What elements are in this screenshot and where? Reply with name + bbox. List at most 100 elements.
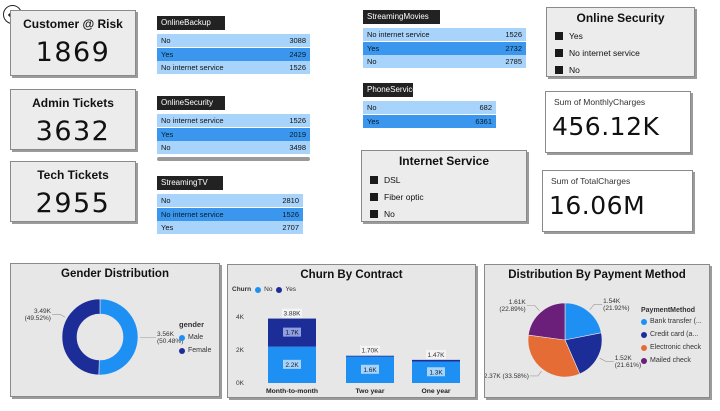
chart-title: Gender Distribution — [61, 268, 169, 280]
legend-item-bank-transfer[interactable]: Bank transfer (... — [641, 315, 702, 328]
slicer-online-security: Online Security Yes No internet service … — [546, 7, 695, 77]
dot-icon — [255, 286, 262, 293]
table-row[interactable]: Yes 2429 — [157, 47, 310, 61]
table-row[interactable]: No internet service 1526 — [157, 61, 310, 74]
legend-item-male[interactable]: Male — [179, 331, 211, 344]
data-label-no: 2.2K — [285, 362, 299, 369]
chart-churn-by-contract: Churn By Contract Churn No Yes 0K 2K 4K 2.2… — [227, 264, 476, 398]
table-row[interactable]: No 2810 — [157, 194, 303, 207]
data-label: 2.37K (33.58%) — [485, 373, 529, 380]
legend-item-mailed-check[interactable]: Mailed check — [641, 354, 702, 367]
option-label: Yes — [569, 30, 583, 41]
kpi-value: 3632 — [35, 116, 111, 147]
option-label: No internet service — [569, 47, 640, 58]
row-value: 1526 — [289, 63, 306, 72]
table-title: OnlineBackup — [157, 16, 225, 30]
kpi-tech-tickets: Tech Tickets 2955 — [10, 161, 136, 222]
row-value: 3088 — [289, 36, 306, 45]
legend-item-female[interactable]: Female — [179, 344, 211, 357]
row-value: 1526 — [505, 30, 522, 39]
pie-leader-line — [589, 304, 603, 311]
row-label: Yes — [161, 129, 174, 139]
pie-slice-mailed-check[interactable] — [527, 302, 566, 341]
card-value: 16.06M — [549, 191, 646, 220]
table-row[interactable]: No internet service 1526 — [157, 114, 310, 127]
checkbox-icon — [555, 48, 563, 57]
slicer-option-no[interactable]: No — [362, 205, 526, 222]
row-label: Yes — [161, 49, 174, 59]
table-row[interactable]: Yes 2707 — [157, 221, 303, 234]
row-value: 2785 — [505, 57, 522, 66]
option-label: No — [569, 64, 580, 75]
chart-title: Churn By Contract — [300, 269, 403, 281]
payment-legend: PaymentMethod Bank transfer (... Credit … — [641, 307, 702, 367]
table-row[interactable]: No internet service 1526 — [157, 207, 303, 221]
row-value: 2707 — [282, 223, 299, 232]
x-tick-label: Two year — [356, 388, 385, 395]
slicer-option-no[interactable]: No — [547, 61, 694, 78]
dot-icon — [179, 334, 185, 341]
slicer-option-dsl[interactable]: DSL — [362, 171, 526, 188]
table-title: OnlineSecurity — [157, 96, 225, 110]
table-row[interactable]: No 3088 — [157, 34, 310, 47]
card-value: 456.12K — [552, 112, 660, 141]
checkbox-icon — [370, 192, 378, 201]
data-label: 3.56K — [157, 331, 175, 338]
kpi-value: 2955 — [35, 188, 111, 219]
row-value: 1526 — [282, 209, 299, 219]
bar-yes[interactable] — [412, 359, 460, 362]
chart-title: Distribution By Payment Method — [508, 269, 686, 281]
checkbox-icon — [370, 175, 378, 184]
table-streaming-tv: StreamingTV No 2810 No internet service 15… — [157, 172, 303, 235]
row-value: 2429 — [289, 49, 306, 59]
dot-icon — [641, 344, 647, 351]
table-online-security: OnlineSecurity No internet service 1526 Y… — [157, 92, 310, 161]
y-tick-label: 4K — [236, 314, 245, 321]
table-row[interactable]: Yes 2732 — [363, 41, 526, 55]
pie-slice-female[interactable] — [61, 298, 101, 376]
slicer-option-no-internet-service[interactable]: No internet service — [547, 44, 694, 61]
row-label: Yes — [367, 116, 380, 126]
dot-icon — [641, 331, 647, 338]
table-row[interactable]: No 2785 — [363, 55, 526, 68]
legend-item-electronic-check[interactable]: Electronic check — [641, 341, 702, 354]
card-total-charges: Sum of TotalCharges 16.06M — [542, 170, 693, 232]
row-label: Yes — [367, 43, 380, 53]
slicer-option-fiber-optic[interactable]: Fiber optic — [362, 188, 526, 205]
legend-label: Mailed check — [650, 357, 691, 364]
table-row[interactable]: Yes 2019 — [157, 127, 310, 141]
slicer-option-yes[interactable]: Yes — [547, 27, 694, 44]
table-row[interactable]: No 682 — [363, 101, 496, 114]
x-tick-label: One year — [421, 388, 450, 395]
pie-leader-line — [599, 357, 614, 362]
data-label: 1.61K — [509, 299, 527, 306]
row-label: No — [161, 36, 171, 45]
data-label: (49.52%) — [25, 315, 51, 322]
legend-label: Credit card (a... — [650, 331, 699, 338]
row-label: No internet service — [161, 63, 224, 72]
pie-slice-male[interactable] — [98, 298, 139, 376]
total-label: 3.88K — [284, 311, 302, 318]
option-label: No — [384, 208, 395, 219]
legend-item-credit-card[interactable]: Credit card (a... — [641, 328, 702, 341]
checkbox-icon — [555, 65, 563, 74]
gender-legend: gender Male Female — [179, 320, 211, 357]
row-value: 2732 — [505, 43, 522, 53]
table-title: StreamingMovies — [363, 10, 440, 24]
data-label: 1.52K — [615, 355, 633, 362]
bar-yes[interactable] — [346, 355, 394, 357]
payment-pie-svg: 1.54K(21.92%) 1.52K(21.61%) 2.37K (33.58%)… — [485, 298, 641, 380]
horizontal-scrollbar[interactable] — [157, 157, 310, 161]
table-row[interactable]: No 3498 — [157, 141, 310, 154]
kpi-value: 1869 — [35, 37, 111, 68]
table-row[interactable]: Yes 6361 — [363, 114, 496, 128]
churn-legend: Churn No Yes — [232, 286, 296, 293]
data-label-yes: 1.7K — [285, 330, 299, 337]
legend-title: Churn — [232, 286, 252, 293]
legend-label-yes: Yes — [285, 286, 297, 293]
total-label: 1.47K — [428, 352, 446, 359]
slicer-internet-service: Internet Service DSL Fiber optic No — [361, 150, 527, 222]
row-value: 3498 — [289, 143, 306, 152]
dot-icon — [179, 347, 185, 354]
table-row[interactable]: No internet service 1526 — [363, 28, 526, 41]
